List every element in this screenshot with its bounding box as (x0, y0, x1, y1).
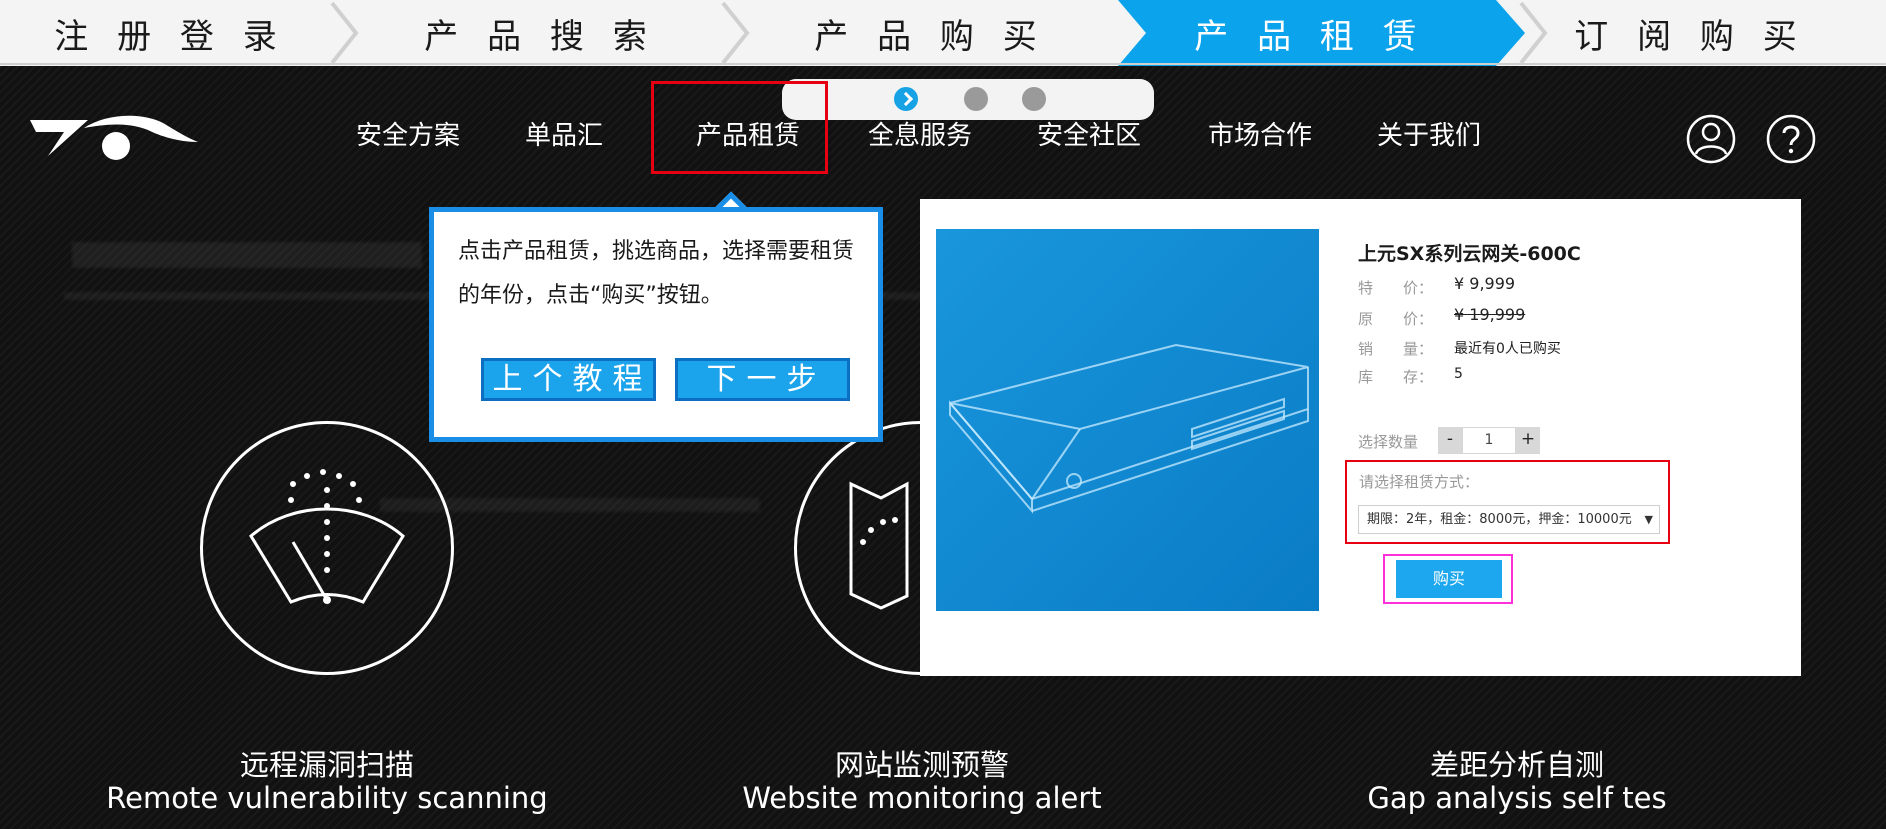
feature-subtitle-gap: Gap analysis self tes (1367, 781, 1667, 815)
tutorial-step-bar: 注 册 登 录 产 品 搜 索 产 品 购 买 产 品 租 赁 订 阅 购 买 (0, 0, 1886, 66)
buy-button[interactable]: 购买 (1396, 560, 1502, 598)
step-separator (721, 1, 750, 65)
rental-option-value: 期限：2年，租金：8000元，押金：10000元 (1367, 512, 1632, 527)
nav-products[interactable]: 单品汇 (525, 116, 603, 156)
carousel-indicator (782, 79, 1154, 120)
sale-price-value: ¥ 9,999 (1454, 274, 1516, 293)
tutorial-tooltip: 点击产品租赁，挑选商品，选择需要租赁的年份，点击“购买”按钮。 上个教程 下一步 (429, 207, 883, 442)
carousel-dot[interactable] (964, 87, 988, 111)
nav-holistic-services[interactable]: 全息服务 (868, 116, 972, 156)
step-subscription-purchase[interactable]: 订 阅 购 买 (1540, 3, 1840, 63)
rental-option-highlight: 请选择租赁方式： 期限：2年，租金：8000元，押金：10000元 ▼ (1345, 460, 1670, 544)
carousel-dot-active[interactable] (894, 87, 918, 111)
rental-option-select[interactable]: 期限：2年，租金：8000元，押金：10000元 ▼ (1358, 505, 1660, 534)
quantity-input[interactable]: 1 (1462, 427, 1516, 454)
feature-circle-scan (200, 421, 454, 675)
feature-title-scan: 远程漏洞扫描 (239, 748, 414, 782)
sales-value: 最近有0人已购买 (1454, 341, 1561, 357)
feature-title-monitor: 网站监测预警 (834, 748, 1009, 782)
network-appliance-illustration (949, 343, 1309, 514)
step-register-login[interactable]: 注 册 登 录 (30, 3, 310, 63)
step-product-search[interactable]: 产 品 搜 索 (380, 3, 700, 63)
help-icon[interactable] (1766, 114, 1816, 164)
step-product-rental[interactable]: 产 品 租 赁 (1150, 3, 1470, 63)
nav-market-cooperation[interactable]: 市场合作 (1208, 116, 1312, 156)
step-separator (330, 1, 359, 65)
original-price-value: ¥ 19,999 (1454, 305, 1526, 324)
product-rental-card: 上元SX系列云网关-600C 特 价： ¥ 9,999 原 价： ¥ 19,99… (920, 199, 1801, 676)
feature-subtitle-monitor: Website monitoring alert (742, 781, 1102, 815)
rental-option-label: 请选择租赁方式： (1359, 473, 1480, 491)
quantity-stepper: - 1 + (1438, 427, 1540, 454)
nav-about-us[interactable]: 关于我们 (1377, 116, 1481, 156)
nav-security-solutions[interactable]: 安全方案 (356, 116, 460, 156)
carousel-dot[interactable] (1022, 87, 1046, 111)
quantity-decrease-button[interactable]: - (1438, 427, 1462, 454)
previous-tutorial-button[interactable]: 上个教程 (481, 358, 656, 401)
user-icon[interactable] (1686, 114, 1736, 164)
product-image[interactable] (936, 229, 1319, 611)
step-product-purchase[interactable]: 产 品 购 买 (770, 3, 1090, 63)
nav-security-community[interactable]: 安全社区 (1037, 116, 1141, 156)
product-title: 上元SX系列云网关-600C (1358, 243, 1581, 265)
quantity-increase-button[interactable]: + (1516, 427, 1540, 454)
nav-highlight-box (651, 81, 828, 174)
wiper-icon (249, 469, 405, 604)
background-faded-row (72, 242, 422, 268)
stock-value: 5 (1454, 366, 1463, 382)
site-logo[interactable] (28, 112, 200, 160)
sale-price-label: 特 价： (1358, 279, 1434, 297)
feature-title-gap: 差距分析自测 (1429, 748, 1604, 782)
tooltip-instructions: 点击产品租赁，挑选商品，选择需要租赁的年份，点击“购买”按钮。 (458, 239, 855, 308)
stock-label: 库 存： (1358, 368, 1434, 386)
quantity-label: 选择数量 (1358, 433, 1419, 451)
chevron-down-icon: ▼ (1644, 513, 1653, 526)
feature-subtitle-scan: Remote vulnerability scanning (106, 781, 548, 815)
sales-label: 销 量： (1358, 340, 1434, 358)
original-price-label: 原 价： (1358, 310, 1434, 328)
next-step-button[interactable]: 下一步 (675, 358, 850, 401)
